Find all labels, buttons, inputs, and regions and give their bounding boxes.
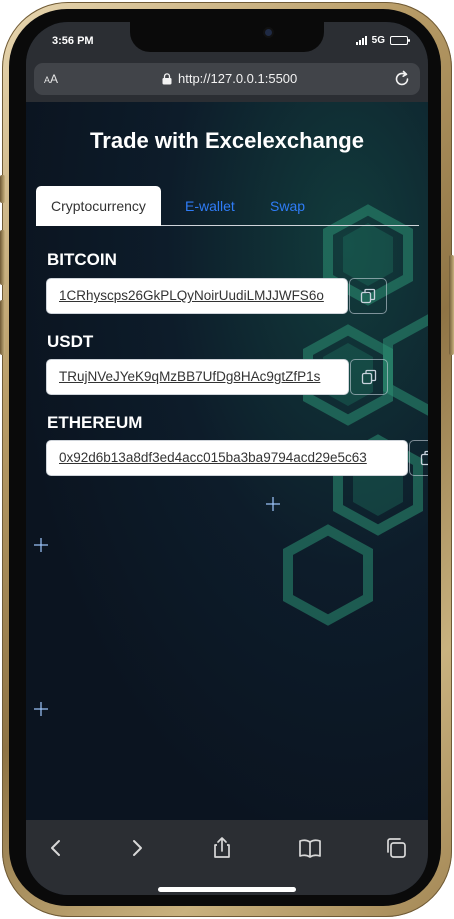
- home-indicator: [158, 887, 296, 892]
- status-bar: 3:56 PM 5G: [26, 22, 428, 60]
- signal-icon: [355, 36, 367, 45]
- hexagon-background-decoration: [283, 204, 428, 626]
- url-text: http://127.0.0.1:5500: [178, 71, 298, 86]
- usdt-copy-button[interactable]: [350, 359, 388, 395]
- sparkle-decoration: [266, 497, 280, 511]
- network-label: 5G: [371, 35, 385, 46]
- tab-swap[interactable]: Swap: [270, 186, 305, 226]
- back-icon[interactable]: [44, 836, 68, 860]
- bitcoin-address-field[interactable]: 1CRhyscps26GkPLQyNoirUudiLMJJWFS6o: [46, 278, 348, 314]
- sparkle-decoration: [34, 538, 48, 552]
- battery-icon: [390, 36, 410, 45]
- bookmarks-icon[interactable]: [298, 836, 322, 860]
- volume-up-button: [0, 230, 5, 285]
- page-content: Trade with Excelexchange Cryptocurrency …: [26, 102, 428, 820]
- tab-e-wallet[interactable]: E-wallet: [185, 186, 235, 226]
- screen: 3:56 PM 5G AA http://127.0.0.1:5500 Trad…: [26, 22, 428, 895]
- bitcoin-label: BITCOIN: [47, 250, 117, 269]
- reload-icon[interactable]: [392, 69, 412, 89]
- aa-button[interactable]: AA: [44, 72, 58, 86]
- bitcoin-copy-button[interactable]: [349, 278, 387, 314]
- share-icon[interactable]: [210, 836, 234, 860]
- address-bar[interactable]: AA http://127.0.0.1:5500: [34, 63, 420, 95]
- silent-switch: [0, 175, 5, 203]
- tab-bar: Cryptocurrency E-wallet Swap: [36, 186, 419, 226]
- page-title: Trade with Excelexchange: [90, 128, 364, 153]
- lock-icon: [162, 72, 172, 84]
- power-button: [449, 255, 454, 355]
- copy-icon: [420, 450, 428, 466]
- browser-toolbar: [26, 820, 428, 895]
- tab-cryptocurrency[interactable]: Cryptocurrency: [36, 186, 161, 226]
- copy-icon: [360, 288, 376, 304]
- ethereum-label: ETHEREUM: [47, 413, 143, 432]
- volume-down-button: [0, 300, 5, 355]
- tabs-icon[interactable]: [384, 836, 408, 860]
- forward-icon[interactable]: [125, 836, 149, 860]
- sparkle-decoration: [34, 702, 48, 716]
- usdt-address-field[interactable]: TRujNVeJYeK9qMzBB7UfDg8HAc9gtZfP1s: [46, 359, 349, 395]
- camera: [263, 27, 274, 38]
- ethereum-copy-button[interactable]: [409, 440, 428, 476]
- status-time: 3:56 PM: [52, 35, 94, 47]
- ethereum-address-field[interactable]: 0x92d6b13a8df3ed4acc015ba3ba9794acd29e5c…: [46, 440, 408, 476]
- usdt-label: USDT: [47, 332, 94, 351]
- browser-address-area: AA http://127.0.0.1:5500: [26, 60, 428, 102]
- status-indicators: 5G: [355, 35, 410, 46]
- url-display[interactable]: http://127.0.0.1:5500: [162, 71, 297, 86]
- notch: [130, 22, 324, 52]
- copy-icon: [361, 369, 377, 385]
